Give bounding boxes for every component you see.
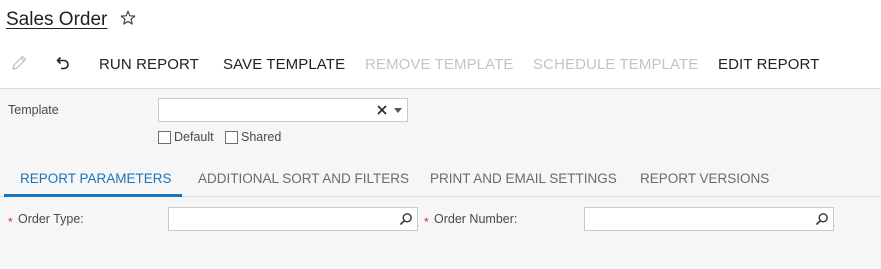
edit-icon[interactable] (10, 54, 28, 72)
search-icon[interactable] (815, 212, 829, 226)
tab-additional-sort-and-filters[interactable]: ADDITIONAL SORT AND FILTERS (198, 171, 409, 186)
tab-report-versions[interactable]: REPORT VERSIONS (640, 171, 769, 186)
order-number-label-text: Order Number: (434, 212, 518, 226)
required-marker: * (8, 215, 13, 229)
default-checkbox[interactable] (158, 130, 171, 144)
shared-checkbox[interactable] (225, 130, 238, 144)
order-number-label: * Order Number: (424, 212, 518, 229)
shared-checkbox-row[interactable]: Shared (225, 129, 281, 145)
default-checkbox-row[interactable]: Default (158, 129, 214, 145)
schedule-template-button[interactable]: SCHEDULE TEMPLATE (533, 56, 698, 73)
remove-template-button[interactable]: REMOVE TEMPLATE (365, 56, 513, 73)
search-icon[interactable] (399, 212, 413, 226)
edit-report-button[interactable]: EDIT REPORT (718, 56, 819, 73)
template-select[interactable] (158, 98, 408, 122)
order-type-input[interactable] (168, 207, 418, 231)
page-title[interactable]: Sales Order (6, 9, 107, 31)
order-number-input[interactable] (584, 207, 834, 231)
shared-label: Shared (241, 130, 282, 144)
title-bar: Sales Order (0, 0, 881, 44)
undo-icon[interactable] (53, 54, 71, 72)
tab-report-parameters[interactable]: REPORT PARAMETERS (20, 171, 172, 186)
clear-icon[interactable] (375, 103, 389, 117)
run-report-button[interactable]: RUN REPORT (99, 56, 199, 73)
form-area: Template Default Shared REPORT PARAMETER… (0, 89, 881, 269)
active-tab-indicator (4, 194, 182, 197)
template-label: Template (8, 103, 59, 117)
default-label: Default (174, 130, 214, 144)
chevron-down-icon[interactable] (394, 108, 402, 113)
order-type-label: * Order Type: (8, 212, 84, 229)
tab-print-and-email-settings[interactable]: PRINT AND EMAIL SETTINGS (430, 171, 617, 186)
star-icon[interactable] (120, 10, 136, 26)
required-marker: * (424, 215, 429, 229)
tab-bar: REPORT PARAMETERS ADDITIONAL SORT AND FI… (0, 159, 881, 197)
order-type-label-text: Order Type: (18, 212, 84, 226)
save-template-button[interactable]: SAVE TEMPLATE (223, 56, 345, 73)
toolbar: RUN REPORT SAVE TEMPLATE REMOVE TEMPLATE… (0, 44, 881, 88)
